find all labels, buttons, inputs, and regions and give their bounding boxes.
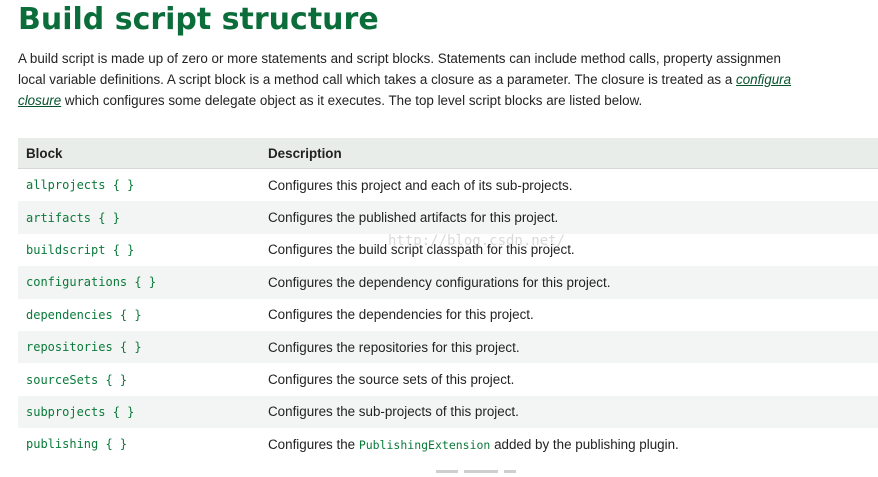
table-row: sourceSets { } Configures the source set… [18,363,878,396]
table-row: configurations { } Configures the depend… [18,266,878,299]
closure-link[interactable]: closure [18,93,61,108]
block-link[interactable]: publishing { } [18,428,260,461]
intro-paragraph: A build script is made up of zero or mor… [18,48,878,111]
table-row: dependencies { } Configures the dependen… [18,298,878,331]
block-link[interactable]: dependencies { } [18,298,260,331]
table-header-row: Block Description [18,138,878,169]
script-blocks-table: Block Description allprojects { } Config… [18,138,878,461]
intro-line-3-text: which configures some delegate object as… [61,93,643,108]
table-row: repositories { } Configures the reposito… [18,330,878,364]
cropped-caption [436,470,546,477]
block-link[interactable]: repositories { } [18,330,260,364]
block-link[interactable]: artifacts { } [18,201,260,234]
description-text: Configures the [268,436,359,452]
description-text: added by the publishing plugin. [490,436,679,452]
publishing-extension-link[interactable]: PublishingExtension [359,438,491,452]
table-row: buildscript { } Configures the build scr… [18,233,878,267]
table-row: subprojects { } Configures the sub-proje… [18,395,878,429]
block-description: Configures the published artifacts for t… [260,201,878,234]
block-link[interactable]: sourceSets { } [18,363,260,396]
configuration-closure-link[interactable]: configura [736,72,791,87]
block-link[interactable]: configurations { } [18,266,260,299]
column-header-description: Description [260,138,878,169]
page-title: Build script structure [18,2,379,37]
column-header-block: Block [18,138,260,169]
intro-line-2: local variable definitions. A script blo… [18,69,878,90]
intro-line-1: A build script is made up of zero or mor… [18,51,781,66]
block-description: Configures the repositories for this pro… [260,330,878,364]
caption-fragment [436,470,458,473]
block-link[interactable]: subprojects { } [18,395,260,429]
caption-fragment [464,470,498,473]
table-row: publishing { } Configures the Publishing… [18,428,878,461]
block-link[interactable]: buildscript { } [18,233,260,267]
block-description: Configures the dependencies for this pro… [260,298,878,331]
block-description: Configures the dependency configurations… [260,266,878,299]
table-row: artifacts { } Configures the published a… [18,201,878,234]
block-description: Configures the source sets of this proje… [260,363,878,396]
block-link[interactable]: allprojects { } [18,168,260,202]
block-description: Configures the sub-projects of this proj… [260,395,878,429]
block-description: Configures this project and each of its … [260,168,878,202]
intro-line-2-text: local variable definitions. A script blo… [18,72,736,87]
block-description: Configures the build script classpath fo… [260,233,878,267]
intro-line-3: closure which configures some delegate o… [18,90,878,111]
caption-fragment [504,470,516,473]
page: Build script structure A build script is… [0,0,878,477]
block-description: Configures the PublishingExtension added… [260,428,878,461]
table-row: allprojects { } Configures this project … [18,168,878,202]
